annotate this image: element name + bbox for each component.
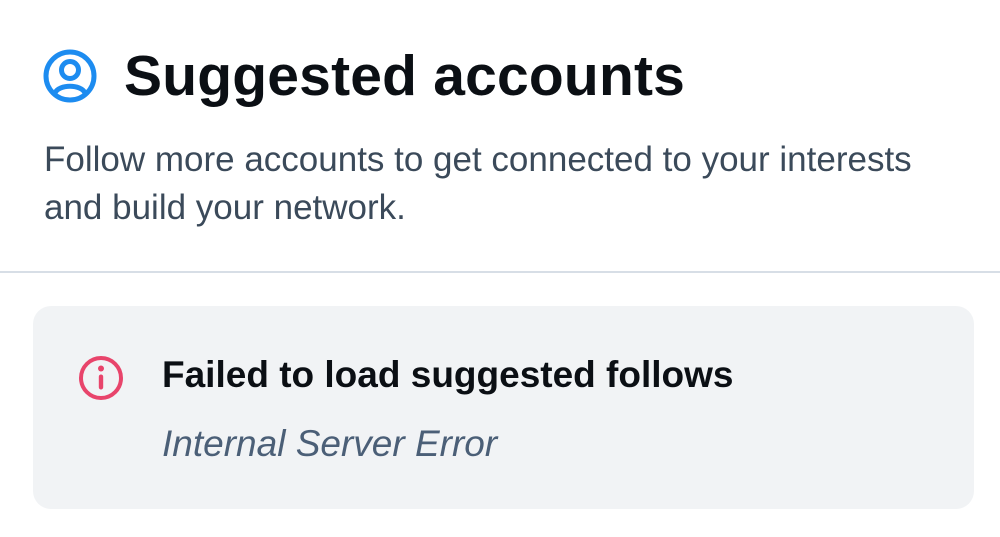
info-circle-icon bbox=[77, 354, 125, 402]
section-description: Follow more accounts to get connected to… bbox=[44, 140, 912, 227]
suggested-accounts-panel: Suggested accounts Follow more accounts … bbox=[0, 0, 1000, 537]
user-circle-icon bbox=[42, 48, 98, 104]
error-title: Failed to load suggested follows bbox=[162, 354, 734, 395]
section-header: Suggested accounts bbox=[42, 44, 970, 108]
divider bbox=[0, 271, 1000, 273]
error-message-card: Failed to load suggested follows Interna… bbox=[33, 306, 974, 509]
error-detail: Internal Server Error bbox=[162, 423, 498, 464]
page-title: Suggested accounts bbox=[124, 43, 686, 108]
